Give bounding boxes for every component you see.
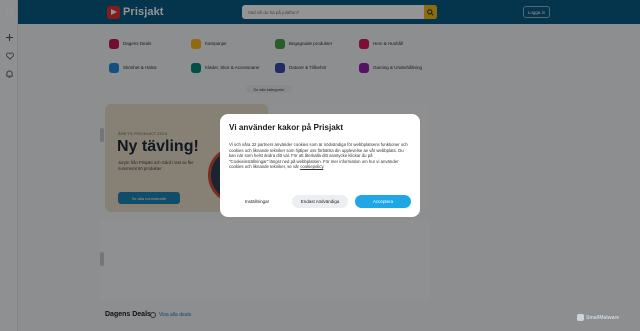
watermark-text: SmallMalware bbox=[586, 314, 620, 321]
cookie-policy-link[interactable]: cookiepolicy bbox=[300, 164, 323, 169]
watermark-icon bbox=[577, 314, 584, 321]
cookie-consent-dialog: Vi använder kakor på Prisjakt Vi och vår… bbox=[220, 114, 420, 217]
accept-cookies-button[interactable]: Acceptera bbox=[355, 195, 411, 208]
cookie-dialog-body: Vi och våra 32 partners använder cookies… bbox=[229, 142, 411, 170]
necessary-only-button[interactable]: Endast nödvändiga bbox=[292, 195, 348, 208]
cookie-settings-button[interactable]: Inställningar bbox=[229, 195, 285, 208]
cookie-dialog-title: Vi använder kakor på Prisjakt bbox=[229, 123, 344, 132]
watermark: SmallMalware bbox=[577, 314, 619, 321]
cookie-body-end: . bbox=[323, 164, 325, 170]
